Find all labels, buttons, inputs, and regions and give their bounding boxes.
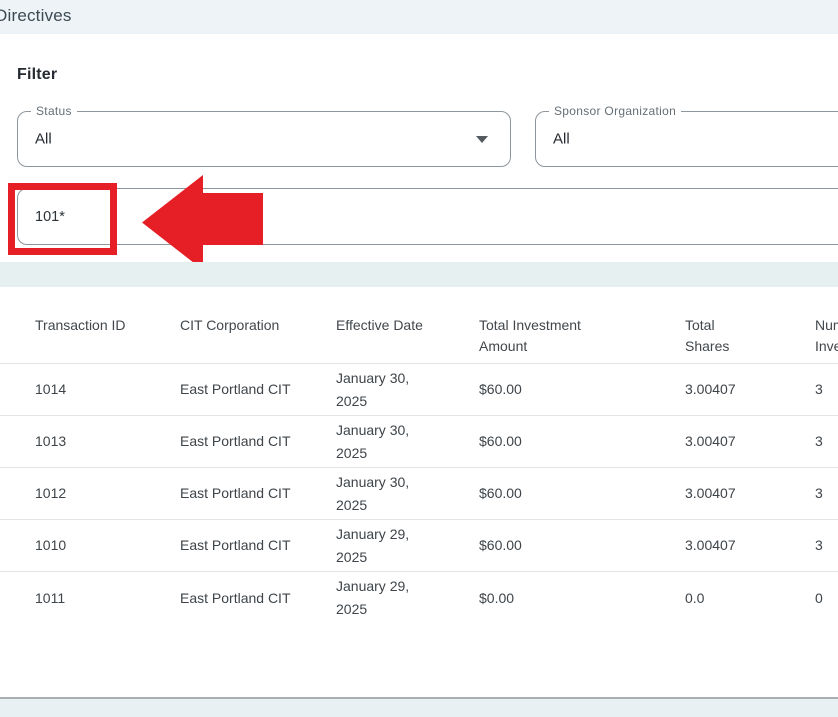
cell-transaction-id: 1011 <box>35 587 180 610</box>
cell-effective-date: January 30, 2025 <box>336 367 431 413</box>
section-divider-band <box>0 262 838 287</box>
cell-number-invested: 3 <box>800 430 838 453</box>
page-title: Directives <box>0 6 72 26</box>
sponsor-organization-select[interactable]: Sponsor Organization All <box>535 111 838 167</box>
cell-transaction-id: 1012 <box>35 482 180 505</box>
column-header-total-investment-amount: Total Investment Amount <box>479 315 685 357</box>
column-header-effective-date: Effective Date <box>336 315 479 336</box>
cell-transaction-id: 1013 <box>35 430 180 453</box>
filter-heading: Filter <box>17 66 57 84</box>
column-header-total-shares: Total Shares <box>685 315 800 357</box>
cell-number-invested: 0 <box>800 587 838 610</box>
transaction-id-search-input[interactable] <box>17 188 838 245</box>
cell-effective-date: January 29, 2025 <box>336 575 431 621</box>
cell-effective-date: January 29, 2025 <box>336 523 431 569</box>
cell-total-shares: 3.00407 <box>685 378 800 401</box>
cell-effective-date: January 30, 2025 <box>336 419 431 465</box>
status-select-label: Status <box>31 104 77 118</box>
cell-effective-date: January 30, 2025 <box>336 471 431 517</box>
table-row: 1013 East Portland CIT January 30, 2025 … <box>0 416 838 468</box>
sponsor-organization-value: All <box>553 131 570 148</box>
cell-total-shares: 3.00407 <box>685 482 800 505</box>
sponsor-organization-label: Sponsor Organization <box>549 104 681 118</box>
column-header-number-invested: Number Invested <box>800 315 838 357</box>
cell-total-investment-amount: $60.00 <box>479 378 685 401</box>
bottom-band <box>0 699 838 717</box>
table-row: 1014 East Portland CIT January 30, 2025 … <box>0 364 838 416</box>
cell-cit-corporation: East Portland CIT <box>180 587 336 610</box>
cell-cit-corporation: East Portland CIT <box>180 534 336 557</box>
cell-transaction-id: 1014 <box>35 378 180 401</box>
cell-total-investment-amount: $60.00 <box>479 430 685 453</box>
table-row: 1011 East Portland CIT January 29, 2025 … <box>0 572 838 624</box>
cell-number-invested: 3 <box>800 378 838 401</box>
cell-number-invested: 3 <box>800 534 838 557</box>
cell-total-investment-amount: $60.00 <box>479 534 685 557</box>
cell-total-shares: 3.00407 <box>685 534 800 557</box>
cell-transaction-id: 1010 <box>35 534 180 557</box>
cell-cit-corporation: East Portland CIT <box>180 378 336 401</box>
column-header-cit-corporation: CIT Corporation <box>180 315 336 336</box>
table-header-row: Transaction ID CIT Corporation Effective… <box>0 300 838 364</box>
status-select[interactable]: Status All <box>17 111 511 167</box>
directives-table: Transaction ID CIT Corporation Effective… <box>0 300 838 624</box>
page: Directives Filter Status All Sponsor Org… <box>0 0 838 717</box>
table-row: 1010 East Portland CIT January 29, 2025 … <box>0 520 838 572</box>
cell-total-shares: 3.00407 <box>685 430 800 453</box>
table-body: 1014 East Portland CIT January 30, 2025 … <box>0 364 838 624</box>
cell-total-investment-amount: $60.00 <box>479 482 685 505</box>
status-select-value: All <box>35 131 52 148</box>
chevron-down-icon <box>476 136 488 143</box>
cell-cit-corporation: East Portland CIT <box>180 430 336 453</box>
cell-number-invested: 3 <box>800 482 838 505</box>
page-header: Directives <box>0 0 838 34</box>
cell-total-shares: 0.0 <box>685 587 800 610</box>
cell-cit-corporation: East Portland CIT <box>180 482 336 505</box>
column-header-transaction-id: Transaction ID <box>35 315 180 336</box>
table-row: 1012 East Portland CIT January 30, 2025 … <box>0 468 838 520</box>
cell-total-investment-amount: $0.00 <box>479 587 685 610</box>
